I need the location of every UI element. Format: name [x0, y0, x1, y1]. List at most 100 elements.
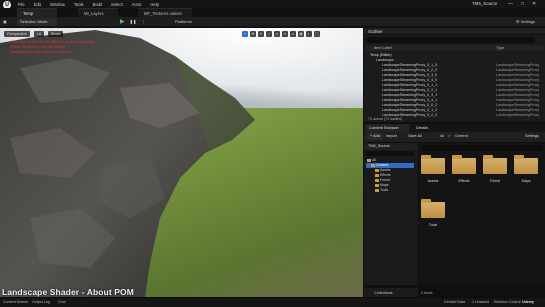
import-button[interactable]: Import	[383, 133, 400, 140]
content-drawer-button[interactable]: Content Drawer	[3, 298, 28, 306]
selection-mode-label: Selection Mode	[20, 19, 48, 24]
asset-item-count: 5 items	[421, 291, 433, 295]
folder-icon	[421, 155, 445, 174]
more-options-icon[interactable]: ⋮	[141, 18, 145, 26]
folder-icon	[375, 168, 379, 172]
folder-tree-item[interactable]: Tools	[366, 188, 414, 193]
viewport-options-bar: Perspective Lit Show	[4, 31, 64, 37]
folder-tree-search-input[interactable]	[366, 151, 414, 156]
folder-icon	[514, 155, 538, 174]
menu-select[interactable]: Select	[111, 2, 123, 7]
folder-tree-item-label: All	[372, 158, 376, 162]
app-title: TM5_Source	[472, 1, 498, 6]
folder-icon	[371, 163, 375, 167]
viewport-warning-messages: LIGHTING NEEDS TO BE REBUILT (1 unbuilt …	[10, 40, 95, 55]
collections-panel-header[interactable]: Collections	[364, 287, 418, 297]
play-icon[interactable]: ▶	[120, 18, 125, 26]
folder-tree-title: TM5_Source	[364, 143, 418, 150]
folder-tile[interactable]: Maps	[513, 154, 539, 188]
folder-icon	[375, 173, 379, 177]
world-space-icon[interactable]: ◎	[274, 31, 280, 37]
selection-mode-dropdown[interactable]: Selection Mode	[17, 18, 57, 26]
folder-tree-item-label: Effects	[380, 173, 391, 177]
main-toolbar	[0, 17, 545, 27]
unsaved-button[interactable]: 1 Unsaved	[472, 298, 489, 306]
udemy-watermark: Udemy	[522, 300, 534, 304]
menu-help[interactable]: Help	[150, 2, 159, 7]
tab-details[interactable]: Details	[412, 124, 438, 132]
maximize-icon[interactable]: □	[521, 1, 524, 7]
outliner-header	[364, 28, 545, 35]
tab-mf-textures[interactable]: MF_Textures.uasset	[138, 8, 192, 17]
folder-icon	[452, 155, 476, 174]
settings-button[interactable]: ⚙ Settings	[516, 18, 544, 26]
close-icon[interactable]: ✕	[532, 1, 536, 7]
outliner-column-item-label[interactable]: Item Label	[374, 45, 392, 51]
minimize-icon[interactable]: —	[508, 1, 513, 7]
cmd-input[interactable]: Cmd	[58, 298, 66, 306]
menu-window[interactable]: Window	[50, 2, 65, 7]
breadcrumb-separator: >	[448, 134, 451, 138]
select-tool-icon[interactable]: ↖	[242, 31, 248, 37]
pause-icon[interactable]: ❚❚	[130, 18, 137, 26]
folder-tile-label: Tools	[428, 223, 438, 227]
settings-label: Settings	[520, 19, 536, 24]
grid-snap-icon[interactable]: #	[282, 31, 288, 37]
folder-tile-label: Effects	[458, 179, 470, 183]
folder-icon	[375, 178, 379, 182]
outliner-actor-count: 73 actors (73 loaded)	[368, 117, 402, 121]
menu-edit[interactable]: Edit	[34, 2, 41, 7]
camera-speed-icon[interactable]: ◐	[306, 31, 312, 37]
warning-line: 'DisableAllScreenMessages' to suppress	[10, 50, 72, 54]
outliner-row-type: LandscapeStreamingProxy	[496, 113, 540, 117]
video-caption: Landscape Shader - About POM	[2, 287, 134, 297]
folder-icon	[483, 155, 507, 174]
breadcrumb-content[interactable]: Content	[454, 133, 467, 140]
content-browser-breadcrumb: All > Content	[440, 133, 468, 140]
menu-build[interactable]: Build	[93, 2, 102, 7]
content-browser-settings-button[interactable]: Settings	[522, 133, 542, 140]
revision-control-button[interactable]: Revision Control	[494, 298, 520, 306]
breadcrumb-all[interactable]: All	[440, 133, 444, 140]
outliner-column-type[interactable]: Type	[496, 45, 504, 51]
tab-mi-layers[interactable]: MI_Layers	[78, 8, 118, 17]
folder-icon	[375, 188, 379, 192]
outliner-search-input[interactable]	[367, 37, 535, 43]
scale-snap-icon[interactable]: ▦	[298, 31, 304, 37]
save-all-button[interactable]: Save All	[405, 133, 425, 140]
folder-tile-label: Maps	[521, 179, 531, 183]
rotate-tool-icon[interactable]: ↻	[258, 31, 264, 37]
add-button[interactable]: + Add	[367, 133, 383, 140]
menu-tools[interactable]: Tools	[74, 2, 84, 7]
angle-snap-icon[interactable]: ∠	[290, 31, 296, 37]
folder-tile[interactable]: Assets	[420, 154, 446, 188]
maximize-viewport-icon[interactable]: ▢	[314, 31, 320, 37]
window-controls: — □ ✕	[508, 0, 536, 8]
save-icon[interactable]: ▣	[3, 18, 11, 26]
folder-tile[interactable]: Effects	[451, 154, 477, 188]
viewport-show-button[interactable]: Show	[47, 31, 64, 37]
folder-tree-item-label: Tools	[380, 188, 389, 192]
viewport-rock-terrain	[0, 30, 255, 297]
folder-tile-label: Assets	[427, 179, 439, 183]
folder-icon	[375, 183, 379, 187]
move-tool-icon[interactable]: ✥	[250, 31, 256, 37]
tab-content-browser[interactable]: Content Browser	[365, 124, 409, 132]
folder-tree-item-label: Maps	[380, 183, 389, 187]
tab-temp[interactable]: Temp	[17, 8, 57, 17]
viewport-transform-tools: ↖ ✥ ↻ ⤢ ◎ # ∠ ▦ ◐ ▢	[242, 31, 320, 37]
folder-icon	[367, 158, 371, 162]
folder-tile[interactable]: Forest	[482, 154, 508, 188]
menu-file[interactable]: File	[18, 2, 25, 7]
folder-tile[interactable]: Tools	[420, 198, 446, 232]
viewport-perspective-button[interactable]: Perspective	[4, 31, 30, 37]
outliner-column-header	[366, 45, 543, 51]
outliner-title: Outliner	[368, 29, 383, 34]
output-log-button[interactable]: Output Log	[32, 298, 50, 306]
viewport-lit-button[interactable]: Lit	[33, 31, 44, 37]
asset-search-input[interactable]	[421, 145, 543, 151]
derived-data-button[interactable]: Derived Data	[444, 298, 465, 306]
platforms-dropdown[interactable]: Platforms	[175, 18, 211, 26]
scale-tool-icon[interactable]: ⤢	[266, 31, 272, 37]
menu-actor[interactable]: Actor	[132, 2, 142, 7]
